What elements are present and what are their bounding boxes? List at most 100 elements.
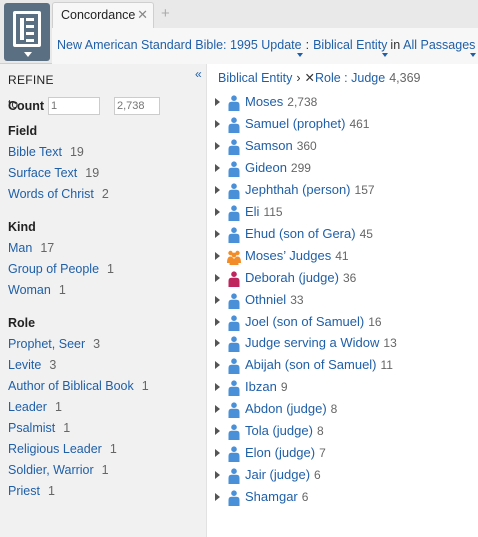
result-count: 33 xyxy=(290,292,304,307)
collapse-sidebar-icon[interactable]: « xyxy=(195,67,202,81)
expand-triangle-icon[interactable] xyxy=(215,141,220,150)
result-row[interactable]: Samuel (prophet) 461 xyxy=(215,115,475,135)
expand-triangle-icon[interactable] xyxy=(215,449,220,458)
facet-field-item[interactable]: Words of Christ 2 xyxy=(8,187,109,201)
facet-kind-item[interactable]: Man 17 xyxy=(8,241,54,255)
result-row[interactable]: Ehud (son of Gera) 45 xyxy=(215,225,475,245)
result-row[interactable]: Abdon (judge) 8 xyxy=(215,400,475,420)
expand-triangle-icon[interactable] xyxy=(215,361,220,370)
result-count: 13 xyxy=(383,336,397,351)
result-count: 16 xyxy=(368,314,382,329)
expand-triangle-icon[interactable] xyxy=(215,185,220,194)
result-row[interactable]: Deborah (judge) 36 xyxy=(215,269,475,289)
man-icon xyxy=(227,227,241,243)
facet-role-item[interactable]: Prophet, Seer 3 xyxy=(8,337,100,351)
count-to-input[interactable] xyxy=(114,97,160,115)
result-name[interactable]: Jephthah (person) xyxy=(245,182,351,197)
result-name[interactable]: Abijah (son of Samuel) xyxy=(245,357,377,372)
expand-triangle-icon[interactable] xyxy=(215,273,220,282)
result-row[interactable]: Judge serving a Widow 13 xyxy=(215,334,475,354)
facet-label: Religious Leader xyxy=(8,442,102,456)
expand-triangle-icon[interactable] xyxy=(215,229,220,238)
expand-triangle-icon[interactable] xyxy=(215,98,220,106)
result-name[interactable]: Othniel xyxy=(245,292,286,307)
result-row[interactable]: Moses’ Judges 41 xyxy=(215,247,475,267)
remove-filter-icon[interactable]: ✕ xyxy=(305,71,315,85)
new-tab-button[interactable]: + xyxy=(161,5,170,22)
result-name[interactable]: Samson xyxy=(245,138,293,153)
result-count: 8 xyxy=(330,402,338,417)
result-name[interactable]: Elon (judge) xyxy=(245,445,315,460)
expand-triangle-icon[interactable] xyxy=(215,405,220,414)
result-count: 360 xyxy=(296,138,317,153)
facet-role-item[interactable]: Levite 3 xyxy=(8,358,56,372)
result-name[interactable]: Moses’ Judges xyxy=(245,248,331,263)
result-row[interactable]: Elon (judge) 7 xyxy=(215,444,475,464)
facet-field-item[interactable]: Surface Text 19 xyxy=(8,166,99,180)
role-heading: Role xyxy=(8,316,36,330)
facet-field-item[interactable]: Bible Text 19 xyxy=(8,145,84,159)
expand-triangle-icon[interactable] xyxy=(215,493,220,502)
result-name[interactable]: Samuel (prophet) xyxy=(245,116,345,131)
facet-kind-item[interactable]: Group of People 1 xyxy=(8,262,114,276)
facet-kind-item[interactable]: Woman 1 xyxy=(8,283,66,297)
close-icon[interactable]: ✕ xyxy=(137,7,148,23)
expand-triangle-icon[interactable] xyxy=(215,119,220,128)
resource-selector[interactable]: New American Standard Bible: 1995 Update xyxy=(57,38,303,57)
expand-triangle-icon[interactable] xyxy=(215,163,220,172)
result-count: 41 xyxy=(335,248,349,263)
result-name[interactable]: Gideon xyxy=(245,160,287,175)
tab-concordance[interactable]: Concordance ✕ xyxy=(52,2,154,28)
facet-role-item[interactable]: Leader 1 xyxy=(8,400,62,414)
crumb-filter-link[interactable]: Role : Judge xyxy=(315,71,385,85)
result-name[interactable]: Eli xyxy=(245,204,259,219)
expand-triangle-icon[interactable] xyxy=(215,471,220,480)
crumb-root-link[interactable]: Biblical Entity xyxy=(218,71,292,85)
result-name[interactable]: Judge serving a Widow xyxy=(245,335,379,350)
expand-triangle-icon[interactable] xyxy=(215,383,220,392)
facet-role-item[interactable]: Priest 1 xyxy=(8,484,55,498)
result-row[interactable]: Gideon 299 xyxy=(215,159,475,179)
result-row[interactable]: Samson 360 xyxy=(215,137,475,157)
result-row[interactable]: Ibzan 9 xyxy=(215,378,475,398)
result-row[interactable]: Abijah (son of Samuel) 11 xyxy=(215,356,475,376)
facet-label: Bible Text xyxy=(8,145,62,159)
expand-triangle-icon[interactable] xyxy=(215,295,220,304)
facet-count: 1 xyxy=(107,262,114,276)
expand-triangle-icon[interactable] xyxy=(215,317,220,326)
range-selector[interactable]: All Passages xyxy=(403,38,477,57)
type-selector[interactable]: Biblical Entity xyxy=(313,38,389,57)
result-row[interactable]: Jair (judge) 6 xyxy=(215,466,475,486)
result-name[interactable]: Joel (son of Samuel) xyxy=(245,314,364,329)
facet-role-item[interactable]: Religious Leader 1 xyxy=(8,442,117,456)
result-name[interactable]: Moses xyxy=(245,94,283,109)
result-row[interactable]: Othniel 33 xyxy=(215,291,475,311)
result-name[interactable]: Ehud (son of Gera) xyxy=(245,226,356,241)
result-row[interactable]: Jephthah (person) 157 xyxy=(215,181,475,201)
facet-count: 3 xyxy=(93,337,101,351)
result-row[interactable]: Tola (judge) 8 xyxy=(215,422,475,442)
result-row[interactable]: Shamgar 6 xyxy=(215,488,475,508)
expand-triangle-icon[interactable] xyxy=(215,251,220,260)
facet-role-item[interactable]: Psalmist 1 xyxy=(8,421,70,435)
expand-triangle-icon[interactable] xyxy=(215,207,220,216)
expand-triangle-icon[interactable] xyxy=(215,339,220,348)
facet-role-item[interactable]: Soldier, Warrior 1 xyxy=(8,463,109,477)
resource-bar: New American Standard Bible: 1995 Update… xyxy=(52,28,478,64)
result-row[interactable]: Eli 115 xyxy=(215,203,475,223)
result-count: 6 xyxy=(314,468,321,483)
result-name[interactable]: Ibzan xyxy=(245,379,277,394)
result-name[interactable]: Shamgar xyxy=(245,489,298,504)
result-name[interactable]: Tola (judge) xyxy=(245,423,313,438)
count-from-input[interactable] xyxy=(48,97,100,115)
expand-triangle-icon[interactable] xyxy=(215,427,220,436)
man-icon xyxy=(227,380,241,397)
result-row[interactable]: Moses 2,738 xyxy=(215,93,475,113)
result-name[interactable]: Jair (judge) xyxy=(245,467,310,482)
panel-menu-icon[interactable] xyxy=(4,3,50,61)
facet-role-item[interactable]: Author of Biblical Book 1 xyxy=(8,379,149,393)
result-name[interactable]: Deborah (judge) xyxy=(245,270,339,285)
facet-label: Woman xyxy=(8,283,51,297)
result-row[interactable]: Joel (son of Samuel) 16 xyxy=(215,313,475,333)
result-name[interactable]: Abdon (judge) xyxy=(245,401,327,416)
